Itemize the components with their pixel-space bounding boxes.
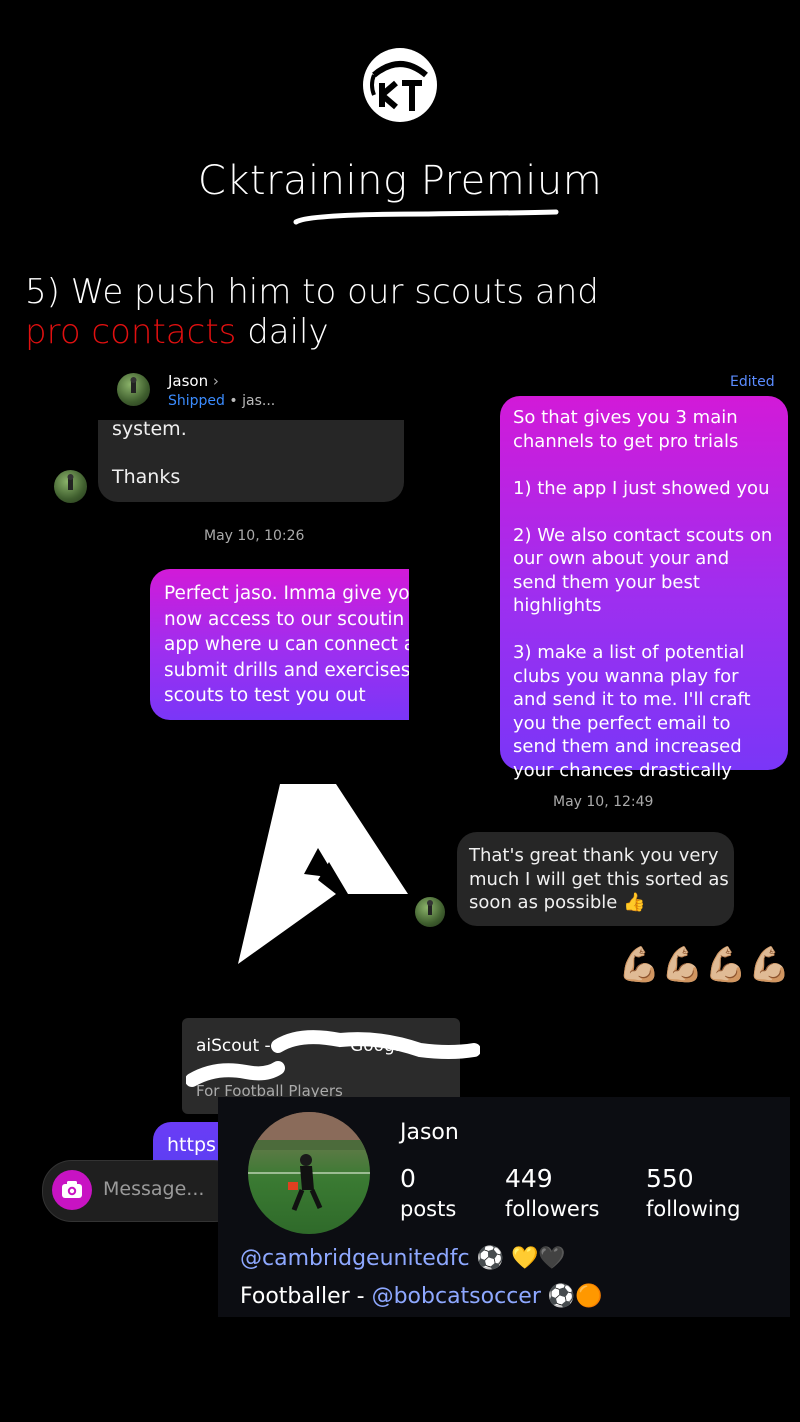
message-input-placeholder[interactable]: Message... bbox=[103, 1178, 204, 1200]
profile-bio-line-1: @cambridgeunitedfc ⚽ 💛🖤 bbox=[240, 1246, 566, 1271]
bio-emojis: ⚽ 💛🖤 bbox=[476, 1246, 566, 1271]
ckt-monogram-logo bbox=[363, 48, 437, 122]
reply-text: That's great thank you very much I will … bbox=[469, 845, 729, 913]
followers-count: 449 bbox=[505, 1164, 553, 1193]
sender-avatar bbox=[54, 470, 87, 503]
stat-posts[interactable]: 0 posts bbox=[400, 1164, 456, 1221]
page: Cktraining Premium 5) We push him to our… bbox=[0, 0, 800, 1422]
headline-line-1: 5) We push him to our scouts and bbox=[25, 272, 599, 312]
sender-avatar-2 bbox=[415, 897, 445, 927]
headline: 5) We push him to our scouts and pro con… bbox=[25, 272, 599, 352]
contact-handle: jas... bbox=[242, 393, 276, 409]
timestamp: May 10, 10:26 bbox=[204, 528, 305, 544]
following-count: 550 bbox=[646, 1164, 694, 1193]
link-title-text: aiScout - bbox=[196, 1036, 277, 1056]
contact-avatar[interactable] bbox=[117, 373, 150, 406]
sent-message-text: Perfect jaso. Imma give yo now access to… bbox=[164, 583, 409, 706]
camera-icon bbox=[62, 1181, 82, 1198]
bio-mention-link[interactable]: @cambridgeunitedfc bbox=[240, 1246, 470, 1271]
sent-message-bubble[interactable]: Perfect jaso. Imma give yo now access to… bbox=[150, 569, 409, 720]
brand-title: Cktraining Premium bbox=[197, 158, 603, 204]
message-text-thanks: Thanks bbox=[112, 466, 181, 488]
chevron-right-icon: › bbox=[212, 372, 219, 390]
contact-separator: • bbox=[229, 393, 238, 409]
following-label: following bbox=[646, 1197, 741, 1221]
redaction-scribble bbox=[271, 1030, 480, 1059]
profile-avatar[interactable] bbox=[248, 1112, 370, 1234]
timestamp-2: May 10, 12:49 bbox=[553, 794, 654, 810]
received-message-bubble[interactable]: system. Thanks bbox=[98, 418, 404, 502]
redaction-scribble-2 bbox=[186, 1061, 285, 1087]
stat-following[interactable]: 550 following bbox=[646, 1164, 740, 1221]
sent-message-text-main: So that gives you 3 main channels to get… bbox=[513, 407, 773, 781]
camera-button[interactable] bbox=[52, 1170, 92, 1210]
contact-name: Jason bbox=[168, 372, 209, 390]
headline-suffix: daily bbox=[247, 312, 329, 352]
edited-label: Edited bbox=[730, 374, 775, 390]
profile-bio-line-2: Footballer - @bobcatsoccer ⚽🟠 bbox=[240, 1284, 603, 1309]
posts-count: 0 bbox=[400, 1164, 416, 1193]
posts-label: posts bbox=[400, 1197, 457, 1221]
headline-line-2: pro contacts daily bbox=[25, 312, 599, 352]
sent-link-text: https: bbox=[167, 1134, 223, 1156]
stat-followers[interactable]: 449 followers bbox=[505, 1164, 599, 1221]
bio-mention-link-2[interactable]: @bobcatsoccer bbox=[372, 1284, 541, 1309]
bio-text: Footballer - bbox=[240, 1284, 372, 1309]
aiscout-a-logo bbox=[238, 784, 408, 964]
contact-subtitle: Shipped • jas... bbox=[168, 393, 275, 409]
received-reply-bubble[interactable]: That's great thank you very much I will … bbox=[457, 832, 734, 926]
bio-emojis-2: ⚽🟠 bbox=[547, 1284, 603, 1309]
reaction-emojis: 💪🏼💪🏼💪🏼💪🏼 bbox=[618, 945, 792, 985]
headline-highlight: pro contacts bbox=[25, 312, 237, 352]
message-text-partial: system. bbox=[112, 418, 187, 440]
contact-status: Shipped bbox=[168, 393, 225, 409]
sent-message-bubble-main[interactable]: So that gives you 3 main channels to get… bbox=[500, 396, 788, 781]
contact-name-link[interactable]: Jason › bbox=[168, 372, 219, 390]
profile-name: Jason bbox=[400, 1120, 459, 1145]
title-underline-swoosh bbox=[293, 209, 559, 225]
followers-label: followers bbox=[505, 1197, 600, 1221]
